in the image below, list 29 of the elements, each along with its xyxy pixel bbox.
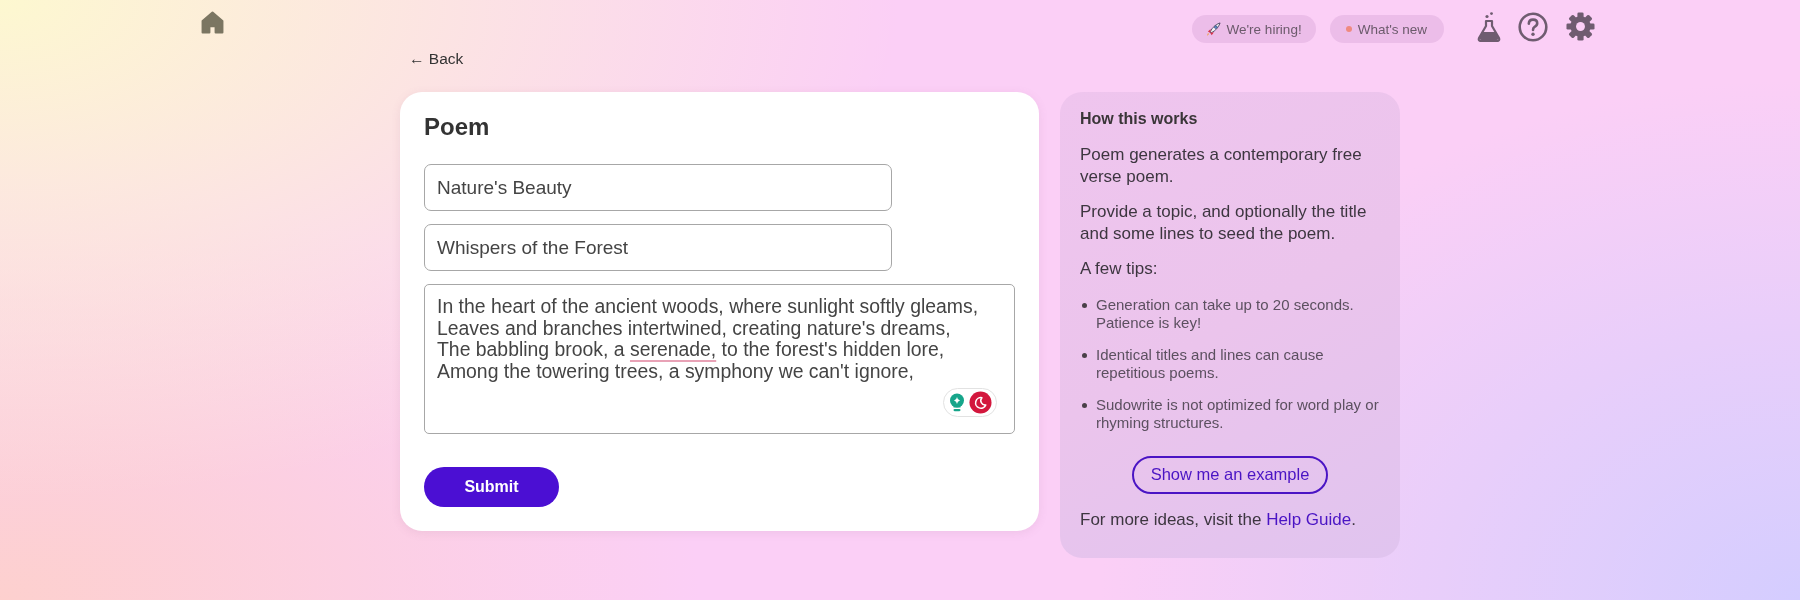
- home-icon[interactable]: [200, 10, 225, 35]
- description-text: Provide a topic, and optionally the title and some lines to seed the poem.: [1080, 201, 1368, 244]
- submit-button[interactable]: Submit: [424, 467, 559, 507]
- crescent-icon[interactable]: [968, 391, 992, 414]
- description-text: Poem generates a contemporary free verse poem.: [1080, 144, 1363, 187]
- text-field[interactable]: Whispers of the Forest: [424, 224, 892, 271]
- panel-heading: How this works: [1080, 109, 1199, 129]
- tip-text: Sudowrite is not optimized for word play or rhyming structures.: [1096, 395, 1380, 432]
- poem-text-area[interactable]: In the heart of the ancient woods, where sunlight softly gleams, Leaves and branches intertwined, creating nature's dreams, The babbling brook, a serenade, to the forest's hidden lore, Among the towering trees, a symphony we can't ignore,: [424, 284, 1015, 434]
- tip-text: Identical titles and lines can cause repetitious poems.: [1096, 345, 1325, 382]
- flask-icon[interactable]: [1477, 12, 1501, 42]
- help-icon[interactable]: [1518, 12, 1548, 42]
- card-title: Poem: [424, 112, 490, 142]
- bullet-icon: [1082, 352, 1087, 358]
- footer-text: For more ideas, visit the Help Guide.: [1080, 508, 1357, 530]
- settings-icon[interactable]: [1566, 12, 1595, 41]
- hiring-button[interactable]: We're hiring!: [1191, 15, 1316, 43]
- dot-icon: [1345, 26, 1352, 32]
- back-link[interactable]: ← Back: [409, 50, 464, 67]
- text-field[interactable]: Nature's Beauty: [424, 164, 892, 211]
- tips-heading: A few tips:: [1080, 258, 1159, 280]
- help-guide-link[interactable]: Help Guide: [1266, 509, 1352, 529]
- tip-text: Generation can take up to 20 seconds. Patience is key!: [1096, 295, 1355, 332]
- whats-new-button[interactable]: What's new: [1329, 15, 1444, 43]
- rocket-icon: [1205, 21, 1221, 37]
- example-button[interactable]: Show me an example: [1132, 455, 1328, 494]
- bullet-icon: [1082, 402, 1087, 408]
- lightbulb-icon[interactable]: [948, 392, 965, 413]
- bullet-icon: [1082, 302, 1087, 308]
